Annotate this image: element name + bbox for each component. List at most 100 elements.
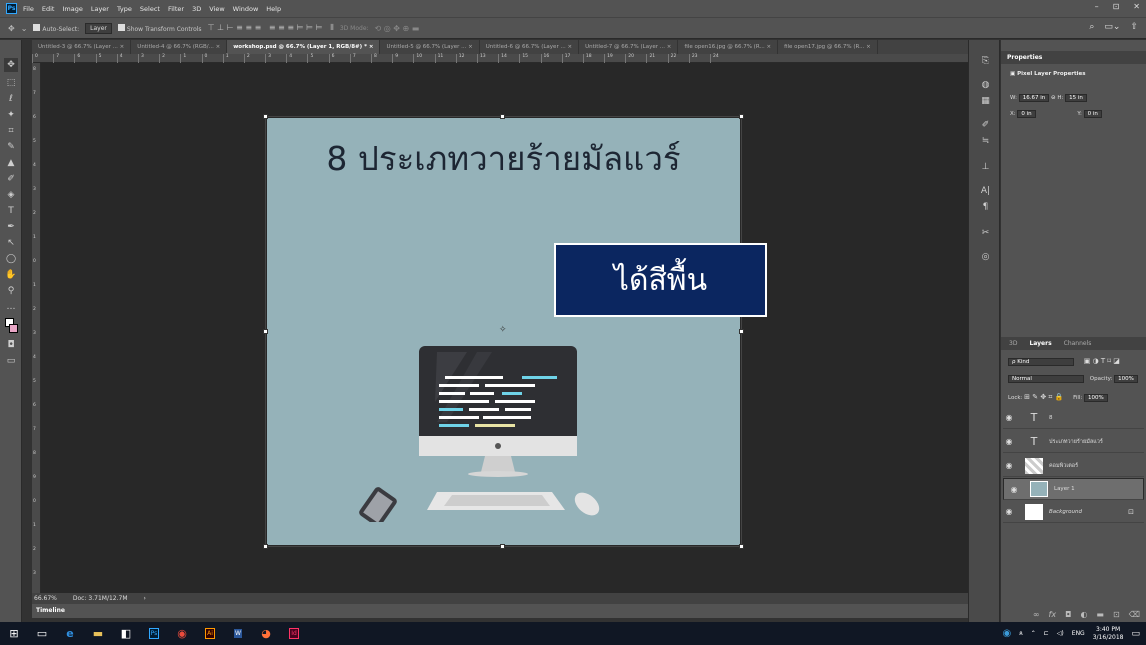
history-brush-icon[interactable]: ✐	[4, 172, 18, 186]
menu-view[interactable]: View	[209, 5, 224, 13]
hand-tool-icon[interactable]: ✋	[4, 268, 18, 282]
3d-tools-icons[interactable]: ⟲ ◎ ✥ ⊕ ▬	[375, 24, 420, 33]
eye-icon[interactable]: ◉	[1003, 437, 1015, 446]
close-button[interactable]: ✕	[1133, 2, 1140, 11]
transform-handle[interactable]	[739, 329, 744, 334]
transform-handle[interactable]	[500, 114, 505, 119]
search-icon[interactable]: ⌕	[1089, 22, 1094, 32]
tab-untitled-6[interactable]: Untitled-6 @ 66.7% (Layer ... ×	[480, 40, 580, 54]
opacity-field[interactable]: 100%	[1114, 375, 1138, 383]
menu-select[interactable]: Select	[140, 5, 160, 13]
history-icon[interactable]: ⎘	[979, 56, 992, 69]
height-field[interactable]: 15 in	[1065, 94, 1087, 102]
tab-untitled-5[interactable]: Untitled-5 @ 66.7% (Layer ... ×	[380, 40, 480, 54]
marquee-tool-icon[interactable]: ⬚	[4, 76, 18, 90]
zoom-level[interactable]: 66.67%	[34, 595, 57, 602]
transform-handle[interactable]	[263, 329, 268, 334]
ruler-horizontal[interactable]: 0 7 6 5 4 3 2 1 0 1 2 3 4 5 6 7 8 9 10 11 12 13 14 15 16 17 18 19 20…	[32, 54, 968, 63]
clock[interactable]: 3:40 PM 3/16/2018	[1093, 626, 1124, 642]
lock-icons[interactable]: ⊞ ✎ ✥ ⌗ 🔒	[1024, 393, 1063, 401]
illustrator-icon[interactable]: Ai	[196, 622, 224, 645]
auto-select-target-dropdown[interactable]: Layer	[85, 22, 112, 34]
photoshop-taskbar-icon[interactable]: Ps	[140, 622, 168, 645]
adjustments-icon[interactable]: ≒	[979, 136, 992, 149]
properties-tab[interactable]: Properties	[1001, 51, 1146, 64]
eye-icon[interactable]: ◉	[1008, 485, 1020, 494]
paragraph-icon[interactable]: ¶	[979, 202, 992, 215]
quick-mask-icon[interactable]: ◘	[4, 338, 18, 352]
notifications-icon[interactable]: ▭	[1131, 629, 1140, 639]
timeline-panel-header[interactable]: Timeline	[32, 604, 968, 618]
tab-untitled-4[interactable]: Untitled-4 @ 66.7% (RGB/... ×	[131, 40, 228, 54]
color-icon[interactable]: ◍	[979, 80, 992, 93]
tab-3d[interactable]: 3D	[1009, 340, 1017, 347]
swatches-icon[interactable]: ▦	[979, 96, 992, 109]
width-field[interactable]: 16.67 in	[1018, 94, 1050, 102]
ellipse-tool-icon[interactable]: ◯	[4, 252, 18, 266]
chevron-up-icon[interactable]: ⌃	[1031, 630, 1036, 637]
tab-channels[interactable]: Channels	[1064, 340, 1092, 347]
layer-row[interactable]: ◉ Layer 1	[1003, 478, 1144, 500]
share-icon[interactable]: ⇧	[1130, 22, 1138, 32]
layer-row[interactable]: ◉ T ประเภทวายร้ายมัลแวร์	[1003, 431, 1144, 453]
maximize-button[interactable]: ⊡	[1113, 2, 1120, 11]
link-layers-icon[interactable]: ∞	[1033, 610, 1040, 619]
menu-window[interactable]: Window	[233, 5, 259, 13]
blend-mode-dropdown[interactable]: Normal	[1008, 375, 1084, 383]
indesign-icon[interactable]: Id	[280, 622, 308, 645]
crop-tool-icon[interactable]: ⌗	[4, 124, 18, 138]
align-icons[interactable]: ⊤ ⊥ ⊢ ≡ ≡ ≡ ≡ ≡ ≡ ⊨ ⊨ ⊨ ⦀	[208, 23, 334, 33]
tab-untitled-3[interactable]: Untitled-3 @ 66.7% (Layer ... ×	[32, 40, 132, 54]
lock-icon[interactable]: ⊡	[1128, 508, 1134, 516]
transform-handle[interactable]	[739, 114, 744, 119]
layer-row[interactable]: ◉ T 8	[1003, 407, 1144, 429]
store-icon[interactable]: ◧	[112, 622, 140, 645]
y-field[interactable]: 0 in	[1083, 110, 1102, 118]
auto-select-checkbox[interactable]: Auto-Select:	[33, 23, 79, 33]
clone-source-icon[interactable]: ⊥	[979, 162, 992, 175]
new-layer-icon[interactable]: ⊡	[1113, 610, 1120, 619]
eyedropper-icon[interactable]: ✎	[4, 140, 18, 154]
chevron-down-icon[interactable]: ⌄	[21, 24, 28, 33]
eye-icon[interactable]: ◉	[1003, 413, 1015, 422]
eye-icon[interactable]: ◉	[1003, 507, 1015, 516]
type-tool-icon[interactable]: T	[4, 204, 18, 218]
move-tool-icon[interactable]: ✥	[4, 58, 18, 72]
show-transform-checkbox[interactable]: Show Transform Controls	[117, 23, 202, 33]
trash-icon[interactable]: ⌫	[1129, 610, 1140, 619]
status-arrow-icon[interactable]: ›	[144, 595, 146, 602]
filter-kind-dropdown[interactable]: ρ Kind	[1008, 358, 1074, 366]
volume-icon[interactable]: ◁)	[1057, 630, 1064, 637]
pivot-point-icon[interactable]: ✧	[499, 325, 507, 335]
fill-field[interactable]: 100%	[1084, 394, 1108, 402]
path-select-icon[interactable]: ↖	[4, 236, 18, 250]
menu-edit[interactable]: Edit	[42, 5, 55, 13]
network-icon[interactable]: ⊏	[1044, 630, 1049, 637]
layer-row[interactable]: ◉ คอมพิวเตอร์	[1003, 455, 1144, 477]
eraser-icon[interactable]: ◈	[4, 188, 18, 202]
menu-3d[interactable]: 3D	[192, 5, 201, 13]
menu-image[interactable]: Image	[62, 5, 82, 13]
zoom-tool-icon[interactable]: ⚲	[4, 284, 18, 298]
windows-start-icon[interactable]: ⊞	[0, 622, 28, 645]
x-field[interactable]: 0 in	[1017, 110, 1036, 118]
menu-help[interactable]: Help	[266, 5, 281, 13]
tab-file-open16[interactable]: file open16.jpg @ 66.7% (R... ×	[678, 40, 779, 54]
photoshop-logo-icon[interactable]: Ps	[6, 3, 17, 14]
menu-type[interactable]: Type	[117, 5, 132, 13]
filter-icons[interactable]: ▣ ◑ T ⌑ ◪	[1084, 357, 1120, 365]
lasso-tool-icon[interactable]: ℓ	[4, 92, 18, 106]
background-color-swatch[interactable]	[9, 324, 18, 333]
transform-handle[interactable]	[263, 544, 268, 549]
character-icon[interactable]: A|	[979, 186, 992, 199]
language-indicator[interactable]: ENG	[1072, 630, 1085, 637]
fill-color-box[interactable]: ได้สีพื้น	[554, 243, 767, 317]
transform-handle[interactable]	[500, 544, 505, 549]
pen-tool-icon[interactable]: ✒	[4, 220, 18, 234]
fx-icon[interactable]: fx	[1049, 610, 1057, 619]
chrome-icon[interactable]: ◉	[168, 622, 196, 645]
workspace-icon[interactable]: ▭⌄	[1104, 22, 1120, 32]
folder-icon[interactable]: ▬	[1096, 610, 1104, 619]
tray-app-icon[interactable]: ◉	[1002, 628, 1011, 639]
tab-file-open17[interactable]: file open17.jpg @ 66.7% (R... ×	[778, 40, 878, 54]
